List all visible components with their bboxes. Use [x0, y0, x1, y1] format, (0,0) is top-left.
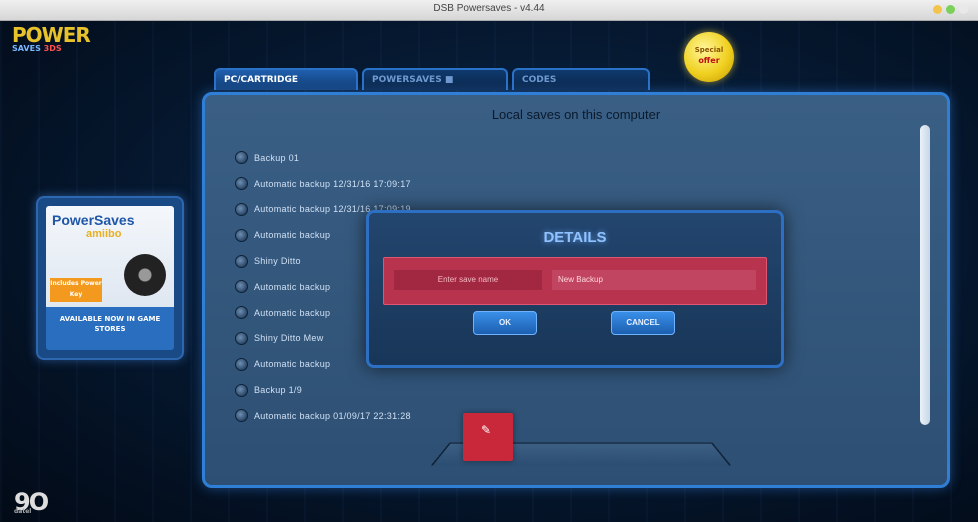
- radio-button[interactable]: [235, 202, 248, 216]
- ok-button[interactable]: OK: [473, 311, 537, 335]
- save-label: Automatic backup: [254, 359, 331, 370]
- scrollbar[interactable]: [920, 125, 930, 425]
- radio-button[interactable]: [235, 280, 248, 294]
- tab-codes[interactable]: CODES: [512, 68, 650, 90]
- details-dialog: DETAILS Enter save name New Backup OK CA…: [366, 210, 784, 368]
- amiibo-ad-banner[interactable]: PowerSaves amiibo Includes Power Key AVA…: [36, 196, 184, 360]
- figure-base-icon: [124, 254, 166, 296]
- save-label: Automatic backup 01/09/17 22:31:28: [254, 410, 411, 421]
- ad-brand-sub: amiibo: [86, 228, 122, 240]
- main-tabs: PC/CARTRIDGE POWERSAVES ■ CODES: [214, 68, 650, 90]
- list-item[interactable]: Backup 1/9: [235, 377, 411, 403]
- radio-button[interactable]: [235, 357, 248, 371]
- save-name-row: Enter save name New Backup: [383, 257, 767, 305]
- radio-button[interactable]: [235, 151, 248, 165]
- logo-power-text: POWER: [12, 23, 91, 47]
- radio-button[interactable]: [235, 306, 248, 320]
- window-controls: [933, 5, 968, 14]
- save-name-label: Enter save name: [394, 270, 542, 290]
- list-item[interactable]: Automatic backup 12/31/16 17:09:17: [235, 171, 411, 197]
- save-name-input[interactable]: New Backup: [552, 270, 756, 290]
- badge-top-text: Special: [694, 46, 724, 54]
- tab-label: CODES: [522, 75, 557, 85]
- radio-button[interactable]: [235, 228, 248, 242]
- logo-saves-text: SAVES: [12, 44, 41, 53]
- save-label: Shiny Ditto Mew: [254, 333, 324, 344]
- radio-button[interactable]: [235, 331, 248, 345]
- radio-button[interactable]: [235, 409, 248, 423]
- save-label: Automatic backup: [254, 230, 331, 241]
- badge-bottom-text: offer: [698, 56, 720, 65]
- ad-cta: AVAILABLE NOW IN GAME STORES: [59, 315, 161, 333]
- window-titlebar: DSB Powersaves - v4.44: [0, 0, 978, 21]
- cartridge-button[interactable]: ✎: [463, 413, 513, 461]
- tab-pc-cartridge[interactable]: PC/CARTRIDGE: [214, 68, 358, 90]
- datel-logo: 9O datel: [14, 488, 49, 516]
- save-label: Backup 01: [254, 152, 300, 163]
- save-label: Automatic backup: [254, 281, 331, 292]
- window-title: DSB Powersaves - v4.44: [433, 3, 545, 14]
- radio-button[interactable]: [235, 383, 248, 397]
- dialog-title: DETAILS: [543, 229, 607, 246]
- special-offer-badge[interactable]: Special offer: [684, 32, 734, 82]
- save-label: Automatic backup 12/31/16 17:09:17: [254, 178, 411, 189]
- ad-tag: Includes Power Key: [50, 278, 102, 302]
- radio-button[interactable]: [235, 254, 248, 268]
- list-item[interactable]: Backup 01: [235, 145, 411, 171]
- cartridge-icon: ✎: [481, 423, 492, 437]
- maximize-icon[interactable]: [946, 5, 955, 14]
- save-label: Automatic backup: [254, 307, 331, 318]
- tab-label: PC/CARTRIDGE: [224, 75, 299, 85]
- powersaves-logo: POWER SAVES 3DS: [12, 23, 140, 58]
- minimize-icon[interactable]: [933, 5, 942, 14]
- save-label: Shiny Ditto: [254, 256, 301, 267]
- radio-button[interactable]: [235, 177, 248, 191]
- close-icon[interactable]: [959, 5, 968, 14]
- ad-image: PowerSaves amiibo Includes Power Key AVA…: [46, 206, 174, 350]
- panel-heading: Local saves on this computer: [491, 107, 661, 122]
- ad-brand: PowerSaves: [52, 212, 135, 228]
- list-item[interactable]: Automatic backup 01/09/17 22:31:28: [235, 403, 411, 429]
- tab-powersaves[interactable]: POWERSAVES ■: [362, 68, 508, 90]
- tab-label: POWERSAVES ■: [372, 75, 454, 85]
- cancel-button[interactable]: CANCEL: [611, 311, 675, 335]
- datel-text: datel: [14, 508, 32, 515]
- logo-3ds-text: 3DS: [43, 44, 62, 53]
- save-label: Backup 1/9: [254, 385, 303, 396]
